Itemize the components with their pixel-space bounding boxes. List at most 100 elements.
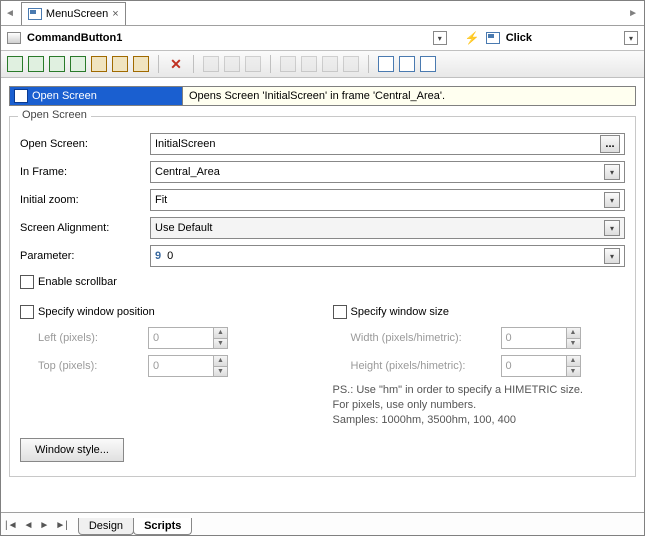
parameter-hint-number: 9 bbox=[155, 250, 161, 262]
left-value: 0 bbox=[149, 328, 213, 348]
open-screen-group: Open Screen Open Screen: InitialScreen .… bbox=[9, 116, 636, 477]
nav-first-icon[interactable]: |◄ bbox=[5, 520, 18, 531]
delete-icon[interactable]: ✕ bbox=[168, 56, 184, 72]
height-label: Height (pixels/himetric): bbox=[333, 360, 501, 372]
close-icon[interactable]: × bbox=[112, 8, 118, 20]
enable-scrollbar-row[interactable]: Enable scrollbar bbox=[20, 275, 625, 289]
open-screen-value: InitialScreen bbox=[155, 138, 216, 150]
spin-up-icon: ▲ bbox=[213, 356, 227, 366]
tool-icon-7[interactable] bbox=[133, 56, 149, 72]
toolbar-sep-3 bbox=[270, 55, 271, 73]
tab-nav-buttons: |◄ ◄ ► ►| bbox=[5, 520, 68, 531]
chevron-down-icon[interactable]: ▾ bbox=[604, 192, 620, 208]
tab-scripts[interactable]: Scripts bbox=[133, 518, 192, 535]
chevron-down-icon[interactable]: ▾ bbox=[604, 164, 620, 180]
tab-scroll-left-icon[interactable]: ◄ bbox=[5, 8, 15, 19]
top-stepper: 0 ▲▼ bbox=[148, 355, 228, 377]
nav-prev-icon[interactable]: ◄ bbox=[24, 520, 34, 531]
content-area: Open Screen Opens Screen 'InitialScreen'… bbox=[1, 78, 644, 512]
object-selector-label: CommandButton1 bbox=[27, 32, 122, 44]
in-frame-label: In Frame: bbox=[20, 166, 150, 178]
action-toolbar: ✕ bbox=[1, 51, 644, 78]
action-description-cell: Opens Screen 'InitialScreen' in frame 'C… bbox=[182, 87, 635, 105]
editor-tab-menuscreen[interactable]: MenuScreen × bbox=[21, 2, 126, 25]
left-label: Left (pixels): bbox=[20, 332, 148, 344]
button-icon bbox=[7, 32, 21, 44]
tool-icon-3[interactable] bbox=[49, 56, 65, 72]
tab-title: MenuScreen bbox=[46, 8, 108, 20]
spin-up-icon: ▲ bbox=[566, 356, 580, 366]
parameter-label: Parameter: bbox=[20, 250, 150, 262]
window-style-label: Window style... bbox=[35, 444, 109, 456]
initial-zoom-label: Initial zoom: bbox=[20, 194, 150, 206]
toolbar-sep-1 bbox=[158, 55, 159, 73]
open-screen-label: Open Screen: bbox=[20, 138, 150, 150]
hint-line-2: For pixels, use only numbers. bbox=[333, 398, 626, 413]
height-stepper: 0 ▲▼ bbox=[501, 355, 581, 377]
specify-size-row[interactable]: Specify window size bbox=[333, 305, 626, 319]
enable-scrollbar-checkbox[interactable] bbox=[20, 275, 34, 289]
parameter-field[interactable]: 9 0 ▾ bbox=[150, 245, 625, 267]
hint-line-3: Samples: 1000hm, 3500hm, 100, 400 bbox=[333, 413, 626, 428]
spin-up-icon: ▲ bbox=[213, 328, 227, 338]
action-name-cell[interactable]: Open Screen bbox=[10, 87, 182, 105]
event-dropdown-icon[interactable]: ▾ bbox=[624, 31, 638, 45]
action-description-text: Opens Screen 'InitialScreen' in frame 'C… bbox=[189, 90, 445, 102]
screen-icon bbox=[28, 8, 42, 20]
tool-disabled-3 bbox=[245, 56, 261, 72]
open-screen-field[interactable]: InitialScreen ... bbox=[150, 133, 625, 155]
toolbar-sep-2 bbox=[193, 55, 194, 73]
spin-up-icon: ▲ bbox=[566, 328, 580, 338]
tool-icon-doc2[interactable] bbox=[399, 56, 415, 72]
in-frame-field[interactable]: Central_Area ▾ bbox=[150, 161, 625, 183]
screen-alignment-value: Use Default bbox=[155, 222, 212, 234]
top-value: 0 bbox=[149, 356, 213, 376]
tool-disabled-4 bbox=[280, 56, 296, 72]
spin-down-icon: ▼ bbox=[213, 338, 227, 349]
script-icon bbox=[486, 32, 500, 44]
group-title: Open Screen bbox=[18, 109, 91, 121]
app-window: { "tab": { "title": "MenuScreen" }, "sel… bbox=[0, 0, 645, 536]
initial-zoom-value: Fit bbox=[155, 194, 167, 206]
specify-position-row[interactable]: Specify window position bbox=[20, 305, 313, 319]
window-style-button[interactable]: Window style... bbox=[20, 438, 124, 462]
tool-icon-1[interactable] bbox=[7, 56, 23, 72]
screen-alignment-label: Screen Alignment: bbox=[20, 222, 150, 234]
height-value: 0 bbox=[502, 356, 566, 376]
open-screen-icon bbox=[14, 89, 28, 103]
tool-icon-2[interactable] bbox=[28, 56, 44, 72]
toolbar-sep-4 bbox=[368, 55, 369, 73]
tool-icon-6[interactable] bbox=[112, 56, 128, 72]
tool-icon-4[interactable] bbox=[70, 56, 86, 72]
spin-down-icon: ▼ bbox=[566, 366, 580, 377]
footer-tabbar: |◄ ◄ ► ►| Design Scripts bbox=[1, 512, 644, 535]
editor-tabbar: ◄ MenuScreen × ► bbox=[1, 1, 644, 26]
nav-last-icon[interactable]: ►| bbox=[55, 520, 68, 531]
himetric-hint: PS.: Use "hm" in order to specify a HIME… bbox=[333, 383, 626, 428]
action-selector-row: Open Screen Opens Screen 'InitialScreen'… bbox=[9, 86, 636, 106]
in-frame-value: Central_Area bbox=[155, 166, 220, 178]
tool-icon-doc3[interactable] bbox=[420, 56, 436, 72]
object-dropdown-icon[interactable]: ▾ bbox=[433, 31, 447, 45]
tab-design[interactable]: Design bbox=[78, 518, 134, 535]
width-stepper: 0 ▲▼ bbox=[501, 327, 581, 349]
initial-zoom-field[interactable]: Fit ▾ bbox=[150, 189, 625, 211]
specify-size-checkbox[interactable] bbox=[333, 305, 347, 319]
enable-scrollbar-label: Enable scrollbar bbox=[38, 276, 117, 288]
nav-next-icon[interactable]: ► bbox=[39, 520, 49, 531]
parameter-value: 0 bbox=[167, 250, 173, 262]
tool-disabled-6 bbox=[322, 56, 338, 72]
width-label: Width (pixels/himetric): bbox=[333, 332, 501, 344]
chevron-down-icon[interactable]: ▾ bbox=[604, 248, 620, 264]
object-event-bar: CommandButton1 ▾ ⚡ Click ▾ bbox=[1, 26, 644, 51]
browse-button[interactable]: ... bbox=[600, 135, 620, 153]
spin-down-icon: ▼ bbox=[213, 366, 227, 377]
tool-disabled-1 bbox=[203, 56, 219, 72]
top-label: Top (pixels): bbox=[20, 360, 148, 372]
screen-alignment-field[interactable]: Use Default ▾ bbox=[150, 217, 625, 239]
tool-icon-doc1[interactable] bbox=[378, 56, 394, 72]
chevron-down-icon[interactable]: ▾ bbox=[604, 220, 620, 236]
tool-icon-5[interactable] bbox=[91, 56, 107, 72]
specify-position-checkbox[interactable] bbox=[20, 305, 34, 319]
tab-scroll-right-icon[interactable]: ► bbox=[628, 8, 638, 19]
